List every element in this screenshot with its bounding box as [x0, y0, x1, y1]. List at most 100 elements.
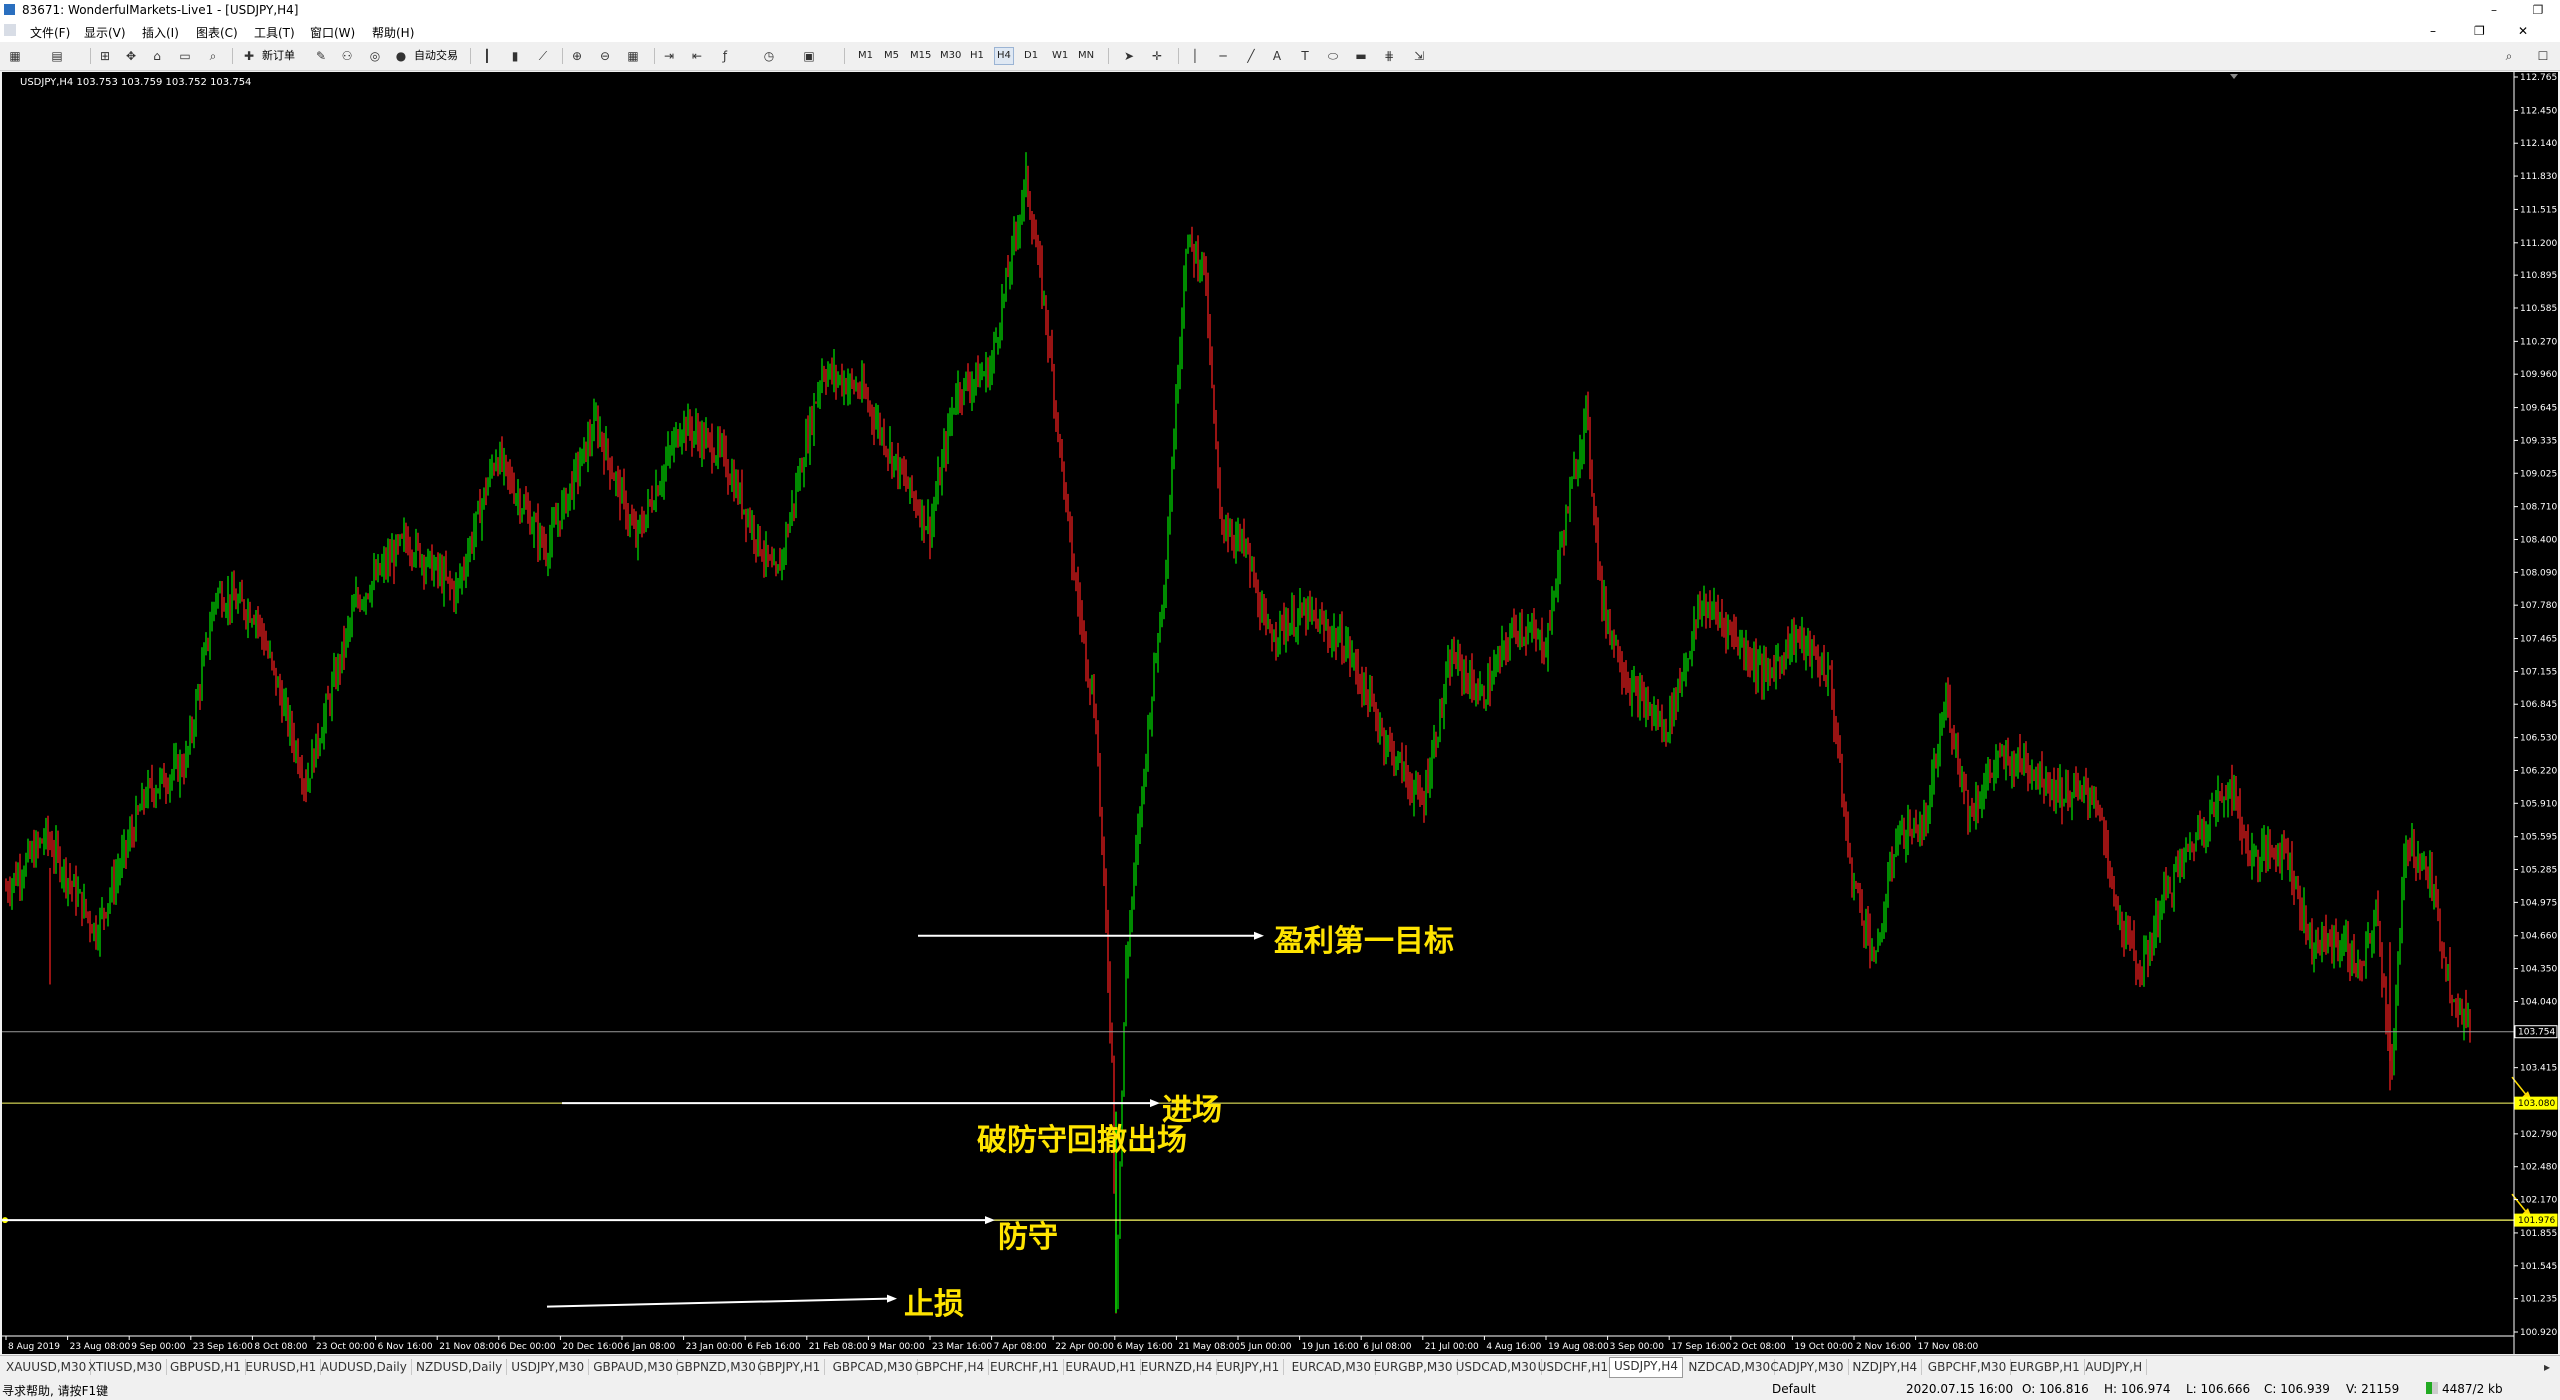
- chart-shift-icon[interactable]: ⇤: [688, 47, 706, 65]
- bar-chart-icon[interactable]: ┃: [478, 47, 496, 65]
- menu-tools[interactable]: 工具(T): [254, 24, 295, 41]
- mdi-minimize-icon[interactable]: –: [2430, 24, 2436, 38]
- doc-icon[interactable]: [4, 24, 16, 36]
- chart-window[interactable]: 112.765 112.450 112.140 111.830 111.515 111.2…: [2, 72, 2558, 1354]
- trendline-icon[interactable]: ╱: [1242, 47, 1260, 65]
- price-tick-label: 111.515: [2520, 205, 2557, 215]
- menu-help[interactable]: 帮助(H): [372, 24, 414, 41]
- symbol-tab[interactable]: EURCHF,H1: [986, 1359, 1064, 1375]
- market-icon[interactable]: ◎: [366, 47, 384, 65]
- symbol-tab[interactable]: EURJPY,H1: [1212, 1359, 1285, 1375]
- timeframe-h4[interactable]: H4: [994, 47, 1014, 65]
- market-watch-icon[interactable]: ⊞: [96, 47, 114, 65]
- time-tick-label: 21 Jul 00:00: [1425, 1342, 1479, 1352]
- minimize-button[interactable]: –: [2472, 0, 2516, 20]
- zoom-out-icon[interactable]: ⊖: [596, 47, 614, 65]
- price-chart[interactable]: 112.765 112.450 112.140 111.830 111.515 111.2…: [2, 72, 2558, 1354]
- symbol-tab[interactable]: GBPNZD,M30: [671, 1359, 761, 1375]
- chat-icon[interactable]: ☐: [2534, 47, 2552, 65]
- symbol-tab[interactable]: EURAUD,H1: [1061, 1359, 1142, 1375]
- symbol-tab[interactable]: AUDUSD,Daily: [317, 1359, 412, 1375]
- signals-icon[interactable]: ⚇: [338, 47, 356, 65]
- timeframe-m1[interactable]: M1: [856, 48, 875, 64]
- new-chart-icon[interactable]: ▦: [6, 47, 24, 65]
- symbol-tab[interactable]: AUDJPY,H: [2081, 1359, 2148, 1375]
- symbol-tab[interactable]: GBPCHF,H4: [911, 1359, 990, 1375]
- status-profile: Default: [1772, 1382, 1816, 1396]
- restore-button[interactable]: ❐: [2516, 0, 2560, 20]
- autoscroll-icon[interactable]: ⇥: [660, 47, 678, 65]
- symbol-tab[interactable]: NZDCAD,M30: [1684, 1359, 1776, 1375]
- menu-view[interactable]: 显示(V): [84, 24, 126, 41]
- new-order-icon[interactable]: ✚: [240, 47, 258, 65]
- symbol-tab[interactable]: CADJPY,M30: [1766, 1359, 1849, 1375]
- symbol-tab[interactable]: USDJPY,M30: [507, 1359, 590, 1375]
- timeframe-w1[interactable]: W1: [1050, 48, 1070, 64]
- symbol-tab[interactable]: EURCAD,M30: [1288, 1359, 1376, 1375]
- symbol-tab[interactable]: GBPCAD,M30: [829, 1359, 918, 1375]
- navigator-icon[interactable]: ⌂: [148, 47, 166, 65]
- profit-target-arrow-head: [1254, 931, 1264, 940]
- symbol-tab[interactable]: GBPUSD,H1: [166, 1359, 246, 1375]
- symbol-tab[interactable]: USDJPY,H4: [1609, 1357, 1683, 1378]
- symbol-tab[interactable]: USDCHF,H1: [1534, 1359, 1614, 1375]
- menu-window[interactable]: 窗口(W): [310, 24, 355, 41]
- auto-trading-icon[interactable]: ●: [392, 47, 410, 65]
- symbol-tab[interactable]: NZDJPY,H4: [1848, 1359, 1923, 1375]
- text-label-icon[interactable]: T: [1296, 47, 1314, 65]
- symbol-tab[interactable]: EURNZD,H4: [1137, 1359, 1218, 1375]
- horizontal-line-icon[interactable]: ─: [1214, 47, 1232, 65]
- crosshair-icon[interactable]: ✛: [1148, 47, 1166, 65]
- search-icon[interactable]: ⌕: [2500, 47, 2518, 65]
- mdi-close-icon[interactable]: ✕: [2518, 24, 2528, 38]
- auto-trading-button[interactable]: 自动交易: [414, 47, 458, 65]
- symbol-tab[interactable]: EURGBP,M30: [1370, 1359, 1458, 1375]
- tile-windows-icon[interactable]: ▦: [624, 47, 642, 65]
- status-close: C: 106.939: [2264, 1382, 2330, 1396]
- price-tick-label: 100.920: [2520, 1328, 2557, 1338]
- mdi-restore-icon[interactable]: ❐: [2474, 24, 2485, 38]
- rectangle-icon[interactable]: ▬: [1352, 47, 1370, 65]
- timeframe-mn[interactable]: MN: [1076, 48, 1096, 64]
- cursor-icon[interactable]: ➤: [1120, 47, 1138, 65]
- symbol-tab[interactable]: EURUSD,H1: [241, 1359, 322, 1375]
- timeframe-h1[interactable]: H1: [968, 48, 986, 64]
- symbol-tab[interactable]: GBPAUD,M30: [589, 1359, 678, 1375]
- line-chart-icon[interactable]: ⟋: [534, 47, 552, 65]
- price-tick-label: 112.450: [2520, 106, 2557, 116]
- strategy-tester-icon[interactable]: ⌕: [204, 47, 222, 65]
- text-tool-icon[interactable]: A: [1268, 47, 1286, 65]
- timeframe-m15[interactable]: M15: [908, 48, 933, 64]
- fibonacci-icon[interactable]: ⋕: [1380, 47, 1398, 65]
- meta-editor-icon[interactable]: ✎: [312, 47, 330, 65]
- price-tick-label: 112.140: [2520, 139, 2557, 149]
- time-tick-label: 2 Oct 08:00: [1733, 1342, 1786, 1352]
- timeframe-d1[interactable]: D1: [1022, 48, 1040, 64]
- zoom-in-icon[interactable]: ⊕: [568, 47, 586, 65]
- new-order-button[interactable]: 新订单: [262, 47, 295, 65]
- periods-icon[interactable]: ◷: [760, 47, 778, 65]
- vertical-line-icon[interactable]: │: [1186, 47, 1204, 65]
- menu-insert[interactable]: 插入(I): [142, 24, 179, 41]
- tabs-scroll-right-icon[interactable]: ▸: [2540, 1359, 2554, 1375]
- templates-icon[interactable]: ▣: [800, 47, 818, 65]
- symbol-tab[interactable]: EURGBP,H1: [2006, 1359, 2085, 1375]
- indicators-icon[interactable]: ƒ: [716, 47, 734, 65]
- data-window-icon[interactable]: ✥: [122, 47, 140, 65]
- symbol-tabs-bar: XAUUSD,M30 XTIUSD,M30 GBPUSD,H1 EURUSD,H1 AU…: [0, 1355, 2560, 1378]
- ellipse-icon[interactable]: ⬭: [1324, 47, 1342, 65]
- symbol-tab[interactable]: USDCAD,M30: [1452, 1359, 1542, 1375]
- menu-file[interactable]: 文件(F): [30, 24, 70, 41]
- menu-chart[interactable]: 图表(C): [196, 24, 238, 41]
- arrows-icon[interactable]: ⇲: [1410, 47, 1428, 65]
- terminal-icon[interactable]: ▭: [176, 47, 194, 65]
- profiles-icon[interactable]: ▤: [48, 47, 66, 65]
- timeframe-m5[interactable]: M5: [882, 48, 901, 64]
- symbol-tab[interactable]: GBPCHF,M30: [1924, 1359, 2012, 1375]
- symbol-tab[interactable]: XAUUSD,M30: [2, 1359, 92, 1375]
- symbol-tab[interactable]: GBPJPY,H1: [753, 1359, 826, 1375]
- timeframe-m30[interactable]: M30: [938, 48, 963, 64]
- symbol-tab[interactable]: XTIUSD,M30: [84, 1359, 167, 1375]
- symbol-tab[interactable]: NZDUSD,Daily: [412, 1359, 508, 1375]
- candlestick-icon[interactable]: ▮: [506, 47, 524, 65]
